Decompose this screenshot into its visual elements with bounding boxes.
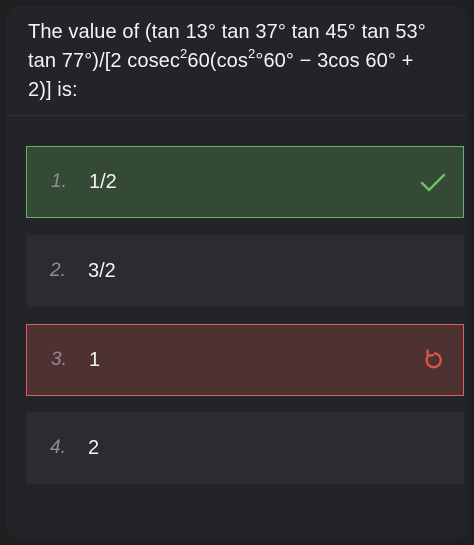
option-4[interactable]: 4. 2 — [26, 412, 464, 484]
question-text: The value of (tan 13° tan 37° tan 45° ta… — [28, 18, 448, 105]
option-text: 1 — [89, 348, 101, 371]
option-text: 3/2 — [88, 259, 116, 282]
question-exponent-1: 2 — [180, 46, 188, 62]
option-number: 3. — [51, 349, 67, 370]
question-line-2b: 60(cos — [187, 50, 248, 72]
option-2[interactable]: 2. 3/2 — [26, 235, 464, 307]
divider — [6, 115, 468, 116]
option-number: 2. — [50, 260, 66, 281]
question-line-1: The value of (tan 13° tan 37° tan 45° ta… — [28, 21, 426, 43]
option-text: 1/2 — [89, 170, 117, 193]
question-line-2a: tan 77°)/[2 cosec — [28, 50, 181, 72]
option-1[interactable]: 1. 1/2 — [26, 146, 464, 218]
option-number: 4. — [50, 437, 66, 458]
question-line-3: 2)] is: — [28, 79, 78, 101]
checkmark-icon — [419, 168, 447, 196]
question-exponent-2: 2 — [248, 46, 256, 62]
option-number: 1. — [51, 171, 67, 192]
option-text: 2 — [88, 436, 100, 459]
question-line-2c: °60° − 3cos 60° + — [255, 50, 414, 72]
option-3[interactable]: 3. 1 — [26, 324, 464, 396]
question-card: The value of (tan 13° tan 37° tan 45° ta… — [6, 6, 468, 539]
retry-icon — [419, 346, 447, 374]
